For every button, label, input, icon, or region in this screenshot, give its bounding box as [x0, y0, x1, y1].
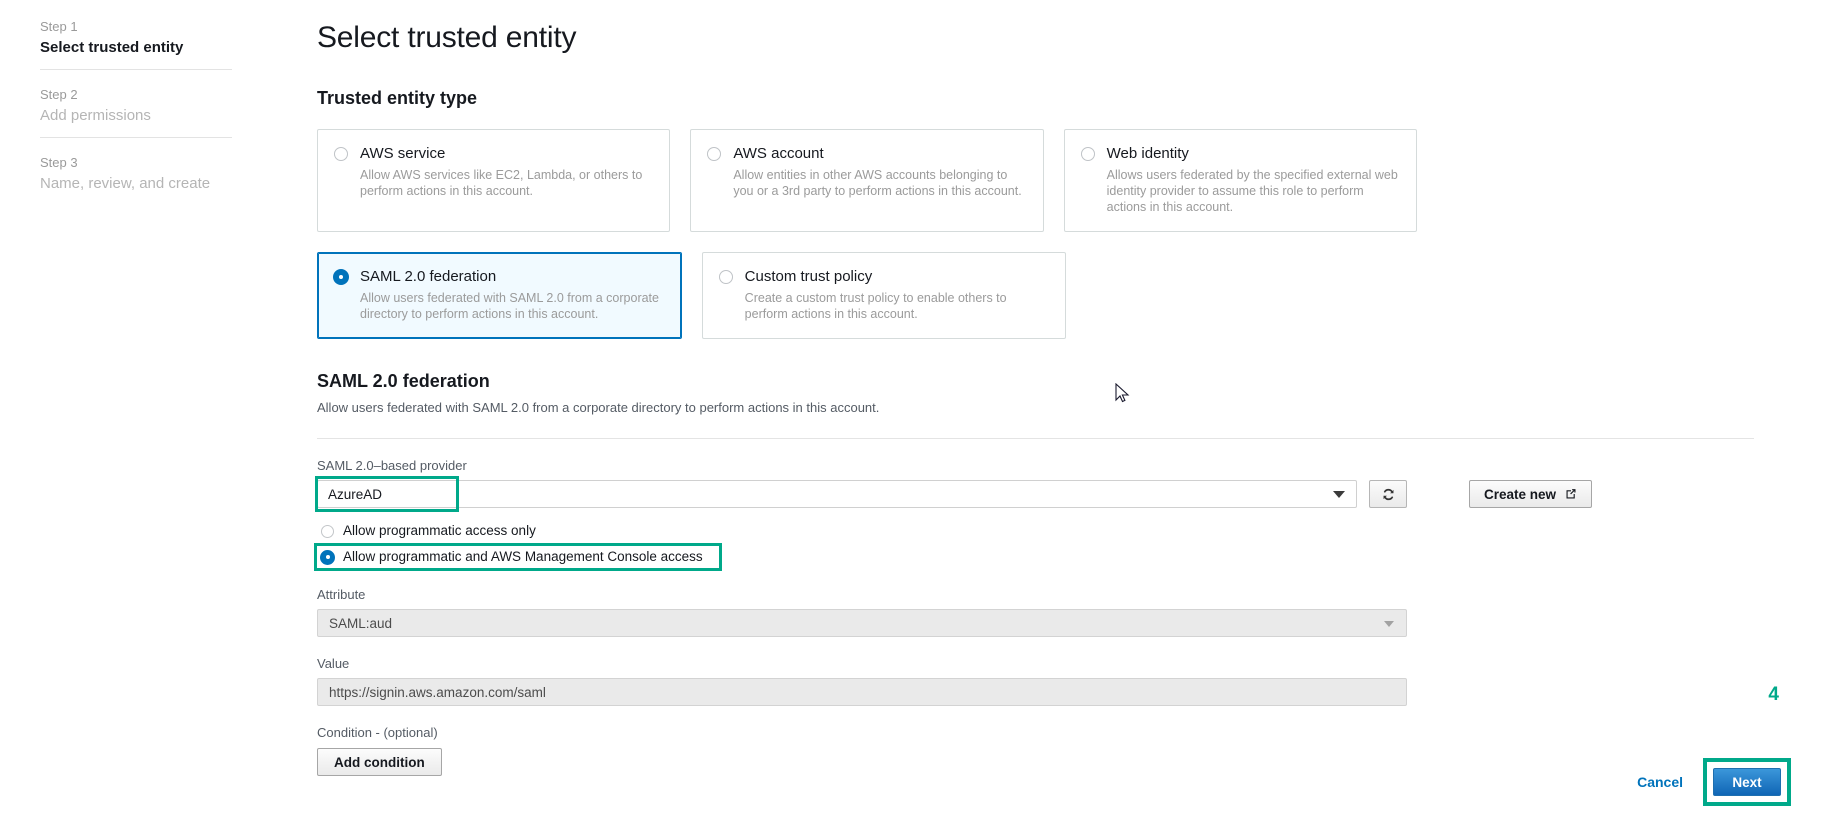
refresh-icon — [1383, 488, 1393, 500]
saml-provider-select[interactable] — [317, 480, 1357, 508]
saml-federation-subtext: Allow users federated with SAML 2.0 from… — [317, 400, 880, 415]
radio-icon-aws-account[interactable] — [707, 147, 722, 161]
tile-desc-custom-trust-policy: Create a custom trust policy to enable o… — [744, 291, 1007, 321]
add-condition-button[interactable]: Add condition — [317, 748, 442, 776]
wizard-footer: Cancel Next — [1637, 758, 1791, 806]
tile-desc-web-identity: Allows users federated by the specified … — [1106, 168, 1398, 214]
sidebar-step-2[interactable]: Step 2 Add permissions — [40, 69, 232, 137]
wizard-sidebar: Step 1 Select trusted entity Step 2 Add … — [0, 0, 272, 824]
radio-icon-aws-service[interactable] — [334, 147, 348, 161]
tile-title-saml-federation: SAML 2.0 federation — [360, 268, 497, 285]
external-link-icon — [1566, 489, 1576, 499]
condition-field-label: Condition - (optional) — [317, 725, 438, 740]
entity-tile-web-identity[interactable]: Web identity Allows users federated by t… — [1063, 129, 1417, 232]
sidebar-step-3[interactable]: Step 3 Name, review, and create — [40, 137, 232, 205]
entity-tile-saml-federation[interactable]: SAML 2.0 federation Allow users federate… — [317, 252, 682, 339]
page-title: Select trusted entity — [317, 21, 577, 54]
entity-tile-row-1: AWS service Allow AWS services like EC2,… — [317, 129, 1417, 232]
tile-title-aws-account: AWS account — [733, 145, 824, 162]
value-input — [317, 678, 1407, 706]
step-3-label: Name, review, and create — [40, 175, 211, 192]
create-new-provider-button[interactable]: Create new — [1469, 480, 1593, 508]
step-2-label: Add permissions — [40, 107, 151, 124]
value-field-label: Value — [317, 656, 350, 671]
entity-tile-custom-trust-policy[interactable]: Custom trust policy Create a custom trus… — [701, 252, 1067, 339]
attribute-field-wrap — [317, 603, 1407, 637]
sidebar-step-1[interactable]: Step 1 Select trusted entity — [40, 10, 232, 69]
step-1-number: Step 1 — [40, 19, 78, 34]
step-1-label: Select trusted entity — [40, 39, 184, 56]
access-label-programmatic-only: Allow programmatic access only — [343, 523, 536, 538]
access-option-programmatic-and-console[interactable]: Allow programmatic and AWS Management Co… — [314, 543, 722, 571]
radio-icon-programmatic-only[interactable] — [321, 524, 334, 538]
access-label-programmatic-and-console: Allow programmatic and AWS Management Co… — [343, 549, 703, 564]
attribute-field-label: Attribute — [317, 587, 366, 602]
provider-select-wrap — [315, 476, 1357, 512]
cancel-button[interactable]: Cancel — [1637, 774, 1683, 790]
step-3-number: Step 3 — [40, 155, 78, 170]
section-divider — [317, 438, 1754, 439]
radio-icon-programmatic-and-console[interactable] — [321, 550, 334, 564]
attribute-select — [317, 609, 1407, 637]
provider-field-label: SAML 2.0–based provider — [317, 458, 467, 473]
provider-row: Create new — [315, 476, 1823, 512]
tile-title-web-identity: Web identity — [1106, 145, 1189, 162]
trusted-entity-type-heading: Trusted entity type — [317, 88, 478, 108]
tile-desc-saml-federation: Allow users federated with SAML 2.0 from… — [360, 291, 659, 321]
annotation-step-number: 4 — [1768, 684, 1779, 705]
radio-icon-custom-trust-policy[interactable] — [718, 270, 733, 284]
tile-title-custom-trust-policy: Custom trust policy — [744, 268, 873, 285]
entity-tile-aws-account[interactable]: AWS account Allow entities in other AWS … — [690, 129, 1044, 232]
refresh-providers-button[interactable] — [1369, 480, 1407, 508]
entity-tile-aws-service[interactable]: AWS service Allow AWS services like EC2,… — [317, 129, 671, 232]
next-button[interactable]: Next — [1713, 768, 1781, 796]
iam-create-role-page: Step 1 Select trusted entity Step 2 Add … — [0, 0, 1823, 824]
radio-icon-saml-federation[interactable] — [334, 270, 348, 284]
saml-federation-heading: SAML 2.0 federation — [317, 371, 490, 391]
step-2-number: Step 2 — [40, 87, 78, 102]
main-content: Select trusted entity Trusted entity typ… — [272, 0, 1823, 824]
tile-desc-aws-account: Allow entities in other AWS accounts bel… — [733, 168, 1022, 198]
access-option-programmatic-only[interactable]: Allow programmatic access only — [317, 520, 719, 542]
create-new-label: Create new — [1484, 486, 1557, 502]
tile-title-aws-service: AWS service — [360, 145, 446, 162]
access-options-group: Allow programmatic access only Allow pro… — [314, 520, 1823, 571]
entity-tile-row-2: SAML 2.0 federation Allow users federate… — [317, 252, 1417, 339]
highlight-box-next: Next — [1703, 758, 1791, 806]
tile-desc-aws-service: Allow AWS services like EC2, Lambda, or … — [360, 168, 643, 198]
radio-icon-web-identity[interactable] — [1080, 147, 1095, 161]
